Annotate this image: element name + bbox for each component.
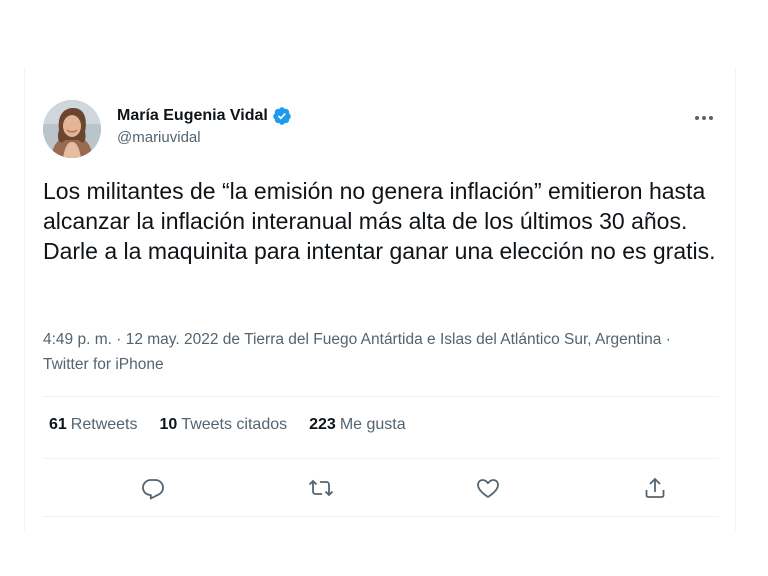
like-icon[interactable] <box>474 474 502 502</box>
avatar-image <box>43 100 101 158</box>
tweet-text: Los militantes de “la emisión no genera … <box>43 178 716 264</box>
tweet-source[interactable]: Twitter for iPhone <box>43 356 164 373</box>
quotes-label: Tweets citados <box>181 416 288 433</box>
retweets-stat[interactable]: 61 Retweets <box>49 415 138 435</box>
tweet-header: María Eugenia Vidal @mariuvidal <box>43 100 719 160</box>
retweet-icon[interactable] <box>307 474 335 502</box>
likes-label: Me gusta <box>339 416 406 433</box>
reply-icon[interactable] <box>139 474 167 502</box>
quotes-stat[interactable]: 10 Tweets citados <box>160 415 288 435</box>
retweets-count: 61 <box>49 416 67 433</box>
author-name-row: María Eugenia Vidal <box>117 106 292 126</box>
avatar[interactable] <box>43 100 101 158</box>
verified-badge-icon <box>272 106 292 126</box>
divider-middle <box>43 458 719 459</box>
quotes-count: 10 <box>159 416 178 433</box>
tweet-location[interactable]: Tierra del Fuego Antártida e Islas del A… <box>244 331 661 348</box>
likes-stat[interactable]: 223 Me gusta <box>309 415 406 435</box>
divider-top <box>43 396 719 397</box>
divider-bottom <box>43 516 719 517</box>
location-prefix: de <box>218 331 245 348</box>
tweet-timestamp[interactable]: 4:49 p. m. · 12 may. 2022 <box>43 331 219 348</box>
tweet-meta: 4:49 p. m. · 12 may. 2022 de Tierra del … <box>43 327 703 377</box>
tweet-card: María Eugenia Vidal @mariuvidal Los mili… <box>24 68 736 530</box>
tweet-date: 12 may. 2022 <box>125 331 219 348</box>
author-block: María Eugenia Vidal @mariuvidal <box>117 106 292 148</box>
author-handle[interactable]: @mariuvidal <box>117 128 292 148</box>
more-icon[interactable] <box>689 106 719 130</box>
tweet-stats: 61 Retweets 10 Tweets citados 223 Me gus… <box>49 415 406 435</box>
likes-count: 223 <box>309 416 336 433</box>
share-icon[interactable] <box>641 474 669 502</box>
author-name[interactable]: María Eugenia Vidal <box>117 106 268 126</box>
source-separator: · <box>661 331 671 348</box>
tweet-actions <box>43 468 719 508</box>
retweets-label: Retweets <box>70 416 138 433</box>
meta-separator: · <box>111 331 126 348</box>
tweet-time: 4:49 p. m. <box>43 331 112 348</box>
